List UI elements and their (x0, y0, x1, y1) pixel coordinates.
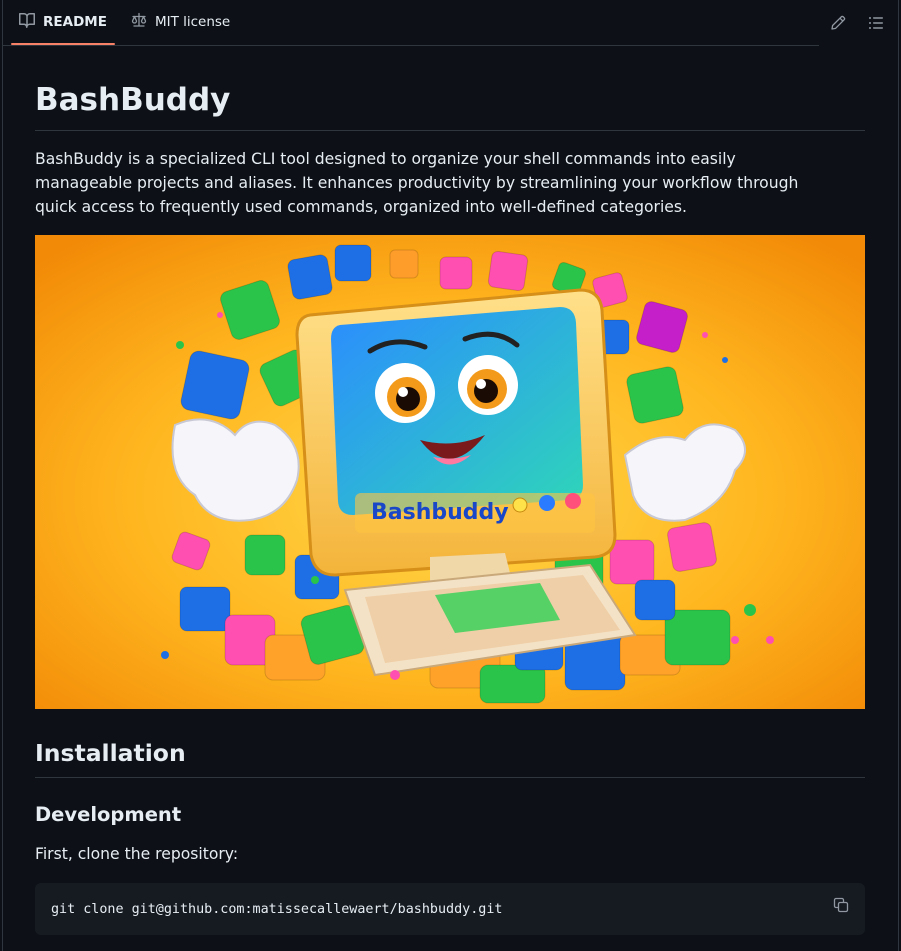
code-block: git clone git@github.com:matissecallewae… (35, 883, 865, 935)
copy-icon[interactable] (833, 897, 849, 913)
pencil-icon[interactable] (830, 15, 846, 31)
book-icon (19, 12, 35, 32)
clone-instruction: First, clone the repository: (35, 845, 239, 863)
tab-license-label: MIT license (154, 14, 231, 30)
readme-title: BashBuddy (35, 46, 865, 131)
tab-readme[interactable]: README (11, 0, 115, 45)
installation-heading: Installation (35, 737, 865, 778)
readme-description: BashBuddy is a specialized CLI tool desi… (35, 150, 799, 216)
readme-panel: README MIT license BashBuddy BashBuddy i… (2, 0, 899, 951)
clone-command: git clone git@github.com:matissecallewae… (51, 901, 503, 917)
tab-license[interactable]: MIT license (123, 0, 238, 44)
scale-icon (131, 12, 147, 32)
tab-list: README MIT license (3, 0, 819, 46)
readme-actions (819, 0, 898, 46)
tab-readme-label: README (43, 14, 107, 30)
hero-logo-text: Bashbuddy (371, 500, 509, 525)
development-heading: Development (35, 803, 182, 826)
hero-image: Bashbuddy (35, 235, 865, 709)
list-icon[interactable] (868, 15, 884, 31)
readme-tabbar: README MIT license (3, 0, 898, 46)
readme-content: BashBuddy BashBuddy is a specialized CLI… (35, 46, 865, 935)
